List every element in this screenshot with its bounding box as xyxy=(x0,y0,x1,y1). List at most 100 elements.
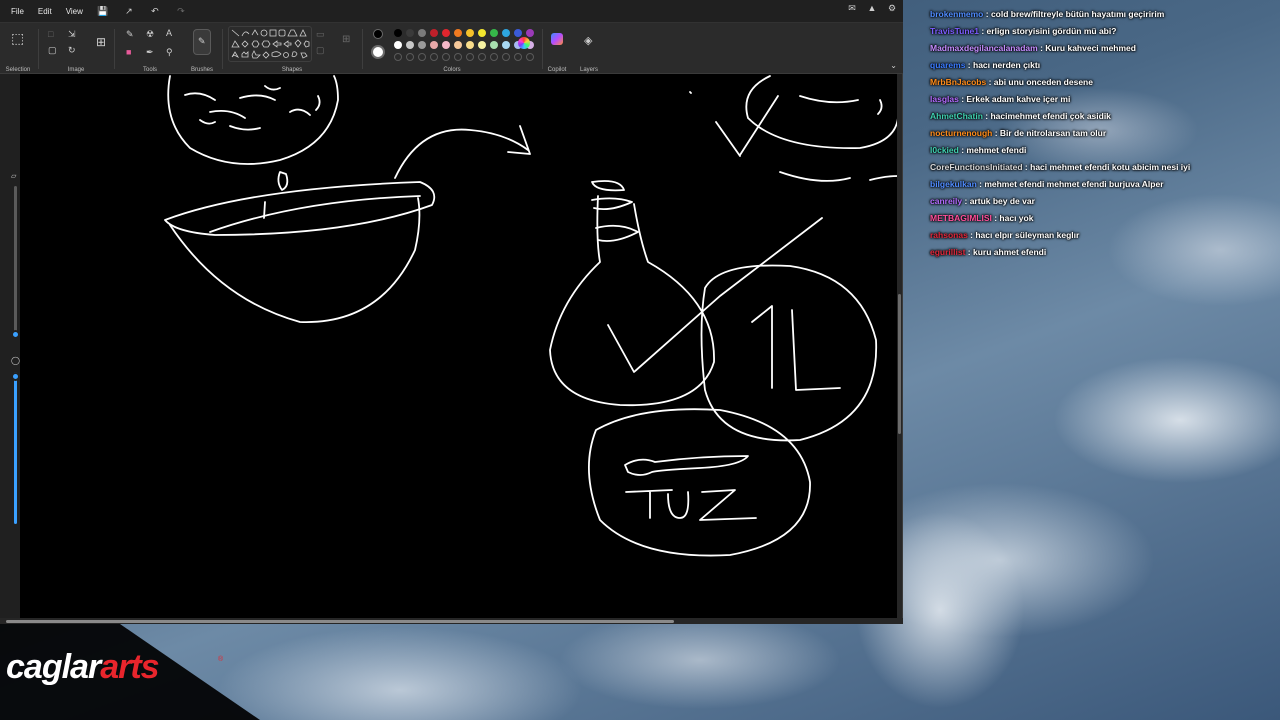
chat-username[interactable]: brokenmemo xyxy=(930,9,983,19)
image-group: □ ⇲ ▢ ↻ ⊞ Image xyxy=(40,23,112,75)
magnifier-icon[interactable]: ⚲ xyxy=(166,47,173,57)
custom-color-slot[interactable] xyxy=(490,53,498,61)
crop-icon[interactable]: □ xyxy=(48,29,53,39)
chat-username[interactable]: egurillist xyxy=(930,247,965,257)
chat-username[interactable]: AhmetChatin xyxy=(930,111,983,121)
color-picker-icon[interactable]: ✒ xyxy=(146,47,154,57)
resize-icon[interactable]: ⇲ xyxy=(68,29,76,39)
rotate-icon[interactable]: ↻ xyxy=(68,45,76,55)
custom-color-slot[interactable] xyxy=(406,53,414,61)
color-swatch[interactable] xyxy=(418,29,426,37)
size-slider-track[interactable] xyxy=(14,186,17,336)
notification-icon[interactable]: ▲ xyxy=(865,3,879,14)
chat-username[interactable]: bilgekulkan xyxy=(930,179,977,189)
vertical-scrollbar[interactable] xyxy=(897,74,902,618)
chat-username[interactable]: canreily xyxy=(930,196,962,206)
primary-color[interactable] xyxy=(373,29,383,39)
chat-username[interactable]: lasglas xyxy=(930,94,959,104)
layers-icon[interactable]: ◈ xyxy=(584,36,592,47)
chat-username[interactable]: Madmaxdegilancalanadam xyxy=(930,43,1038,53)
custom-color-slot[interactable] xyxy=(478,53,486,61)
undo-icon[interactable]: ↶ xyxy=(144,6,166,17)
chat-username[interactable]: METBAGIMLISI xyxy=(930,213,992,223)
secondary-color[interactable] xyxy=(371,45,385,59)
shapes-group: ▭ ▢ ⊞ Shapes xyxy=(224,23,360,75)
edit-colors-icon[interactable] xyxy=(518,37,530,49)
redo-icon[interactable]: ↷ xyxy=(170,6,192,17)
custom-color-slot[interactable] xyxy=(502,53,510,61)
color-swatch[interactable] xyxy=(406,29,414,37)
color-swatch[interactable] xyxy=(394,41,402,49)
channel-logo: caglararts xyxy=(6,648,160,687)
chat-username[interactable]: MrbBnJacobs xyxy=(930,77,986,87)
drawing-tuz-circle xyxy=(588,408,811,557)
color-swatch[interactable] xyxy=(442,29,450,37)
text-icon[interactable]: A xyxy=(166,28,172,38)
save-icon[interactable]: 💾 xyxy=(92,6,114,17)
menu-edit[interactable]: Edit xyxy=(33,5,57,18)
opacity-slider-thumb[interactable] xyxy=(11,372,20,381)
horizontal-scroll-thumb[interactable] xyxy=(6,620,674,623)
color-swatch[interactable] xyxy=(394,29,402,37)
color-swatch[interactable] xyxy=(454,29,462,37)
custom-color-slot[interactable] xyxy=(454,53,462,61)
share-icon[interactable]: ↗ xyxy=(118,6,140,17)
logo-text-white: caglar xyxy=(6,648,101,686)
message-icon[interactable]: ✉ xyxy=(845,3,859,14)
tools-group: ✎ ☢ A ■ ✒ ⚲ Tools xyxy=(118,23,182,75)
color-swatch[interactable] xyxy=(502,41,510,49)
size-slider-thumb[interactable] xyxy=(11,330,20,339)
logo-text-red: arts xyxy=(100,648,159,686)
chat-username[interactable]: rahsonas xyxy=(930,230,968,240)
color-swatch[interactable] xyxy=(430,29,438,37)
shapes-gallery[interactable] xyxy=(228,26,312,62)
color-swatch[interactable] xyxy=(478,29,486,37)
custom-color-slot[interactable] xyxy=(514,53,522,61)
vertical-scroll-thumb[interactable] xyxy=(898,294,901,434)
select-icon[interactable]: ▢ xyxy=(48,45,57,55)
color-swatch[interactable] xyxy=(466,29,474,37)
color-swatch[interactable] xyxy=(478,41,486,49)
outline-icon[interactable]: ▭ xyxy=(316,29,325,39)
chat-username[interactable]: nocturnenough xyxy=(930,128,992,138)
shapes-label: Shapes xyxy=(281,67,303,73)
brushes-button[interactable]: ✎ xyxy=(193,29,211,55)
chat-username[interactable]: TravisTune1 xyxy=(930,26,979,36)
eraser-icon[interactable]: ■ xyxy=(126,47,131,57)
image-tool-icon[interactable]: ⊞ xyxy=(96,36,106,48)
menu-file[interactable]: File xyxy=(6,5,29,18)
color-swatch[interactable] xyxy=(430,41,438,49)
custom-color-slot[interactable] xyxy=(466,53,474,61)
color-swatch[interactable] xyxy=(490,41,498,49)
color-swatch[interactable] xyxy=(418,41,426,49)
custom-color-slot[interactable] xyxy=(442,53,450,61)
fill-shape-icon[interactable]: ▢ xyxy=(316,45,325,55)
custom-color-slot[interactable] xyxy=(430,53,438,61)
color-swatch[interactable] xyxy=(526,29,534,37)
custom-color-slot[interactable] xyxy=(526,53,534,61)
color-swatch[interactable] xyxy=(454,41,462,49)
chat-username[interactable]: CoreFunctionsInitiated xyxy=(930,162,1023,172)
selection-icon[interactable]: ⬚ xyxy=(11,31,24,45)
chat-username[interactable]: l0ckied xyxy=(930,145,959,155)
fill-icon[interactable]: ☢ xyxy=(146,29,154,39)
color-swatch[interactable] xyxy=(502,29,510,37)
drawing-canvas[interactable] xyxy=(20,74,899,618)
color-swatch[interactable] xyxy=(442,41,450,49)
chat-message: egurillist : kuru ahmet efendi xyxy=(930,244,1270,261)
pencil-icon[interactable]: ✎ xyxy=(126,29,134,39)
color-swatch[interactable] xyxy=(490,29,498,37)
opacity-slider-track[interactable] xyxy=(14,372,17,524)
chat-username[interactable]: quarems xyxy=(930,60,965,70)
copilot-icon[interactable] xyxy=(551,33,563,45)
color-swatch[interactable] xyxy=(514,29,522,37)
color-swatch[interactable] xyxy=(406,41,414,49)
custom-color-slot[interactable] xyxy=(418,53,426,61)
shape-size-icon[interactable]: ⊞ xyxy=(342,35,350,45)
custom-color-slot[interactable] xyxy=(394,53,402,61)
chat-separator: : xyxy=(962,196,970,206)
menu-view[interactable]: View xyxy=(61,5,88,18)
collapse-ribbon-icon[interactable]: ⌄ xyxy=(890,61,897,71)
color-swatch[interactable] xyxy=(466,41,474,49)
settings-icon[interactable]: ⚙ xyxy=(885,3,899,14)
